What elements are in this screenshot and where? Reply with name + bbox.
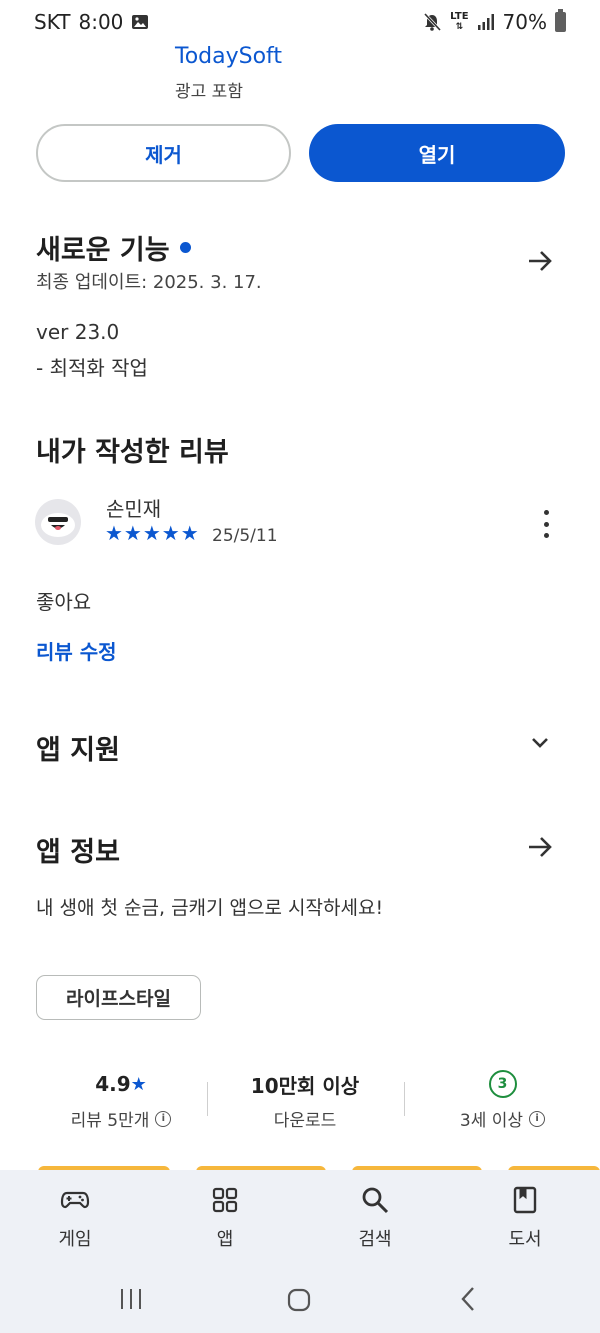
more-options-icon[interactable] (538, 510, 554, 538)
review-text: 좋아요 (36, 590, 92, 614)
nav-label-apps: 앱 (216, 1229, 234, 1250)
bottom-navigation: 게임 앱 검색 도서 (0, 1170, 600, 1333)
downloads-stat: 10만회 이상 다운로드 (215, 1070, 395, 1132)
mute-icon (424, 12, 442, 32)
battery-icon (555, 9, 566, 32)
app-info-title[interactable]: 앱 정보 (36, 830, 120, 869)
info-icon[interactable]: i (529, 1110, 546, 1127)
app-description: 내 생애 첫 순금, 금캐기 앱으로 시작하세요! (36, 897, 384, 919)
apps-grid-icon (212, 1187, 238, 1213)
release-notes: - 최적화 작업 (36, 356, 148, 380)
category-chip[interactable]: 라이프스타일 (36, 975, 201, 1020)
status-right: LTE ⇅ 70% (422, 9, 566, 34)
whats-new-header[interactable]: 새로운 기능 (36, 228, 191, 267)
developer-link[interactable]: TodaySoft (175, 44, 282, 69)
review-date: 25/5/11 (212, 526, 278, 546)
home-icon[interactable] (286, 1287, 312, 1313)
nav-label-search: 검색 (358, 1229, 392, 1250)
nav-item-apps[interactable]: 앱 (170, 1185, 280, 1251)
nav-item-books[interactable]: 도서 (470, 1185, 580, 1251)
version-text: ver 23.0 (36, 320, 120, 344)
nav-item-search[interactable]: 검색 (320, 1185, 430, 1251)
carrier-label: SKT (34, 10, 71, 34)
app-support-title[interactable]: 앱 지원 (36, 728, 120, 767)
battery-percent: 70% (502, 10, 547, 34)
rating-value: 4.9 (95, 1072, 131, 1096)
uninstall-button[interactable]: 제거 (36, 124, 291, 182)
avatar (35, 499, 81, 545)
network-label: LTE (450, 11, 469, 22)
status-left: SKT 8:00 (34, 10, 149, 34)
back-icon[interactable] (458, 1286, 478, 1312)
status-bar: SKT 8:00 LTE ⇅ 70% (0, 0, 600, 44)
ads-label: 광고 포함 (175, 82, 243, 102)
downloads-value: 10만회 이상 (250, 1073, 360, 1098)
recent-apps-icon[interactable] (118, 1287, 144, 1311)
time-label: 8:00 (78, 10, 124, 34)
image-notification-icon (132, 15, 149, 29)
network-type: LTE ⇅ (450, 11, 469, 33)
stat-divider (404, 1082, 405, 1116)
downloads-label: 다운로드 (273, 1111, 337, 1131)
age-label: 3세 이상 (459, 1111, 524, 1131)
edit-review-link[interactable]: 리뷰 수정 (36, 636, 117, 665)
rating-stat: 4.9 ★ 리뷰 5만개 i (36, 1070, 206, 1131)
signal-icon (477, 14, 494, 30)
whats-new-title: 새로운 기능 (36, 235, 170, 266)
nav-item-games[interactable]: 게임 (20, 1185, 130, 1251)
info-icon[interactable]: i (155, 1110, 172, 1127)
whats-new-arrow-icon[interactable] (526, 247, 554, 275)
my-review-title: 내가 작성한 리뷰 (36, 437, 229, 468)
age-badge-icon: 3 (488, 1070, 517, 1098)
last-updated: 최종 업데이트: 2025. 3. 17. (36, 272, 262, 293)
avatar-face-icon (41, 513, 75, 537)
stat-divider (207, 1082, 208, 1116)
review-stars: ★★★★★ (105, 521, 200, 545)
chevron-down-icon[interactable] (528, 730, 552, 754)
nav-label-books: 도서 (508, 1229, 542, 1250)
open-button[interactable]: 열기 (309, 124, 565, 182)
gamepad-icon (60, 1191, 90, 1209)
age-rating-stat: 3 3세 이상 i (420, 1070, 585, 1131)
search-icon (362, 1187, 389, 1214)
new-indicator-dot (179, 242, 191, 253)
book-icon (513, 1186, 537, 1214)
reviews-count: 리뷰 5만개 (70, 1111, 150, 1131)
nav-label-games: 게임 (58, 1229, 92, 1250)
rating-star-icon: ★ (130, 1073, 147, 1095)
reviewer-name: 손민재 (106, 497, 162, 521)
app-info-arrow-icon[interactable] (526, 833, 554, 861)
